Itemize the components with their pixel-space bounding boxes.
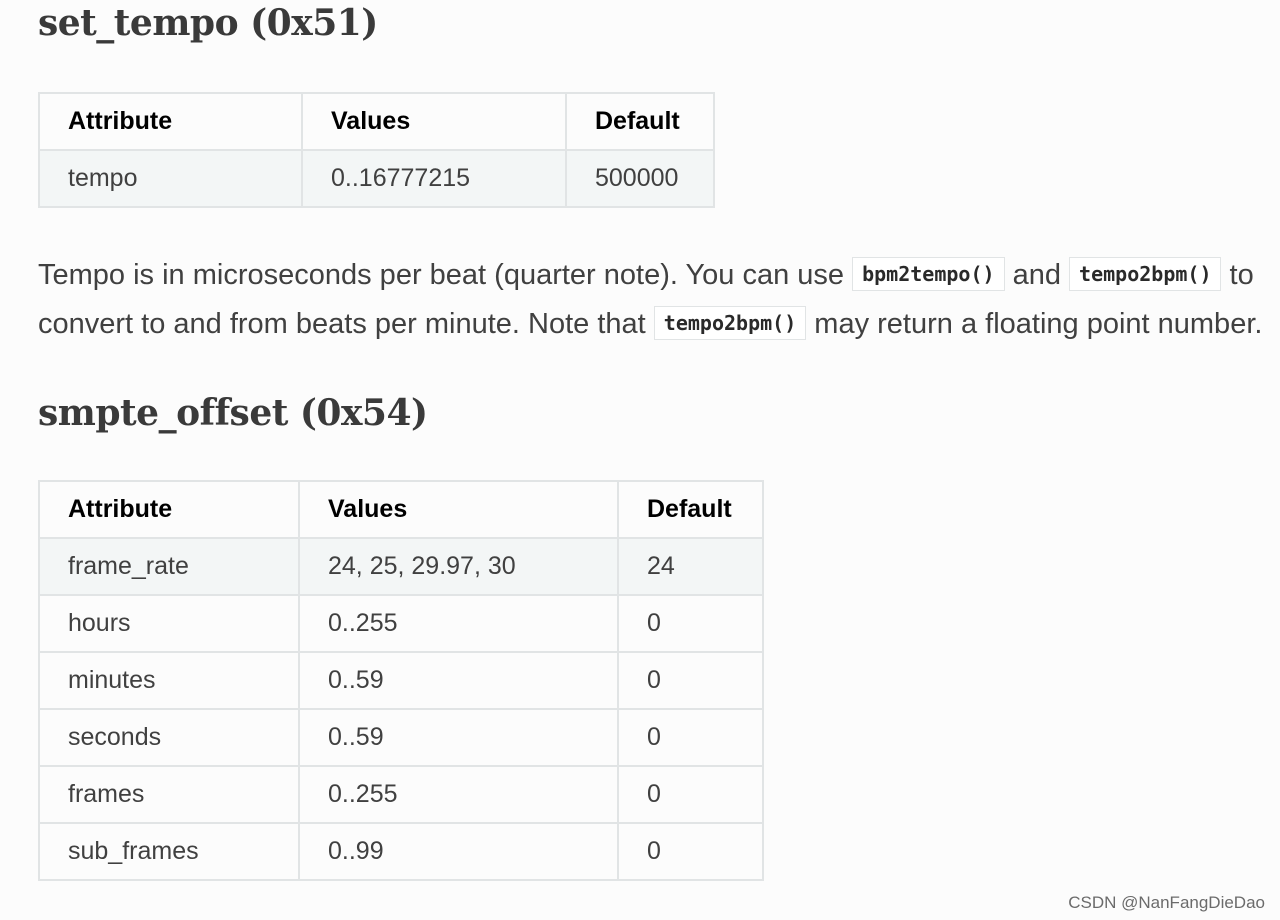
values-cell: 0..59 xyxy=(298,651,619,710)
attribute-cell: tempo xyxy=(38,149,303,208)
values-cell: 0..99 xyxy=(298,822,619,881)
column-header-attribute: Attribute xyxy=(38,92,303,151)
table-row: frames 0..255 0 xyxy=(38,765,764,824)
tempo-description-paragraph: Tempo is in microseconds per beat (quart… xyxy=(38,252,1278,350)
table-row: frame_rate 24, 25, 29.97, 30 24 xyxy=(38,537,764,596)
inline-code-bpm2tempo: bpm2tempo() xyxy=(852,257,1005,291)
column-header-default: Default xyxy=(617,480,764,539)
attribute-cell: sub_frames xyxy=(38,822,300,881)
default-cell: 24 xyxy=(617,537,764,596)
watermark-text: CSDN @NanFangDieDao xyxy=(1068,893,1265,912)
table-row: sub_frames 0..99 0 xyxy=(38,822,764,881)
values-cell: 0..59 xyxy=(298,708,619,767)
column-header-default: Default xyxy=(565,92,715,151)
column-header-values: Values xyxy=(298,480,619,539)
table-row: tempo 0..16777215 500000 xyxy=(38,149,715,208)
table-header-row: Attribute Values Default xyxy=(38,92,715,151)
set-tempo-attribute-table: Attribute Values Default tempo 0..167772… xyxy=(38,92,715,208)
default-cell: 0 xyxy=(617,651,764,710)
table-row: minutes 0..59 0 xyxy=(38,651,764,710)
values-cell: 0..16777215 xyxy=(301,149,567,208)
section-heading-smpte-offset: smpte_offset (0x54) xyxy=(38,392,428,434)
inline-code-tempo2bpm: tempo2bpm() xyxy=(1069,257,1222,291)
inline-code-tempo2bpm: tempo2bpm() xyxy=(653,306,807,340)
column-header-attribute: Attribute xyxy=(38,480,300,539)
table-header-row: Attribute Values Default xyxy=(38,480,764,539)
values-cell: 24, 25, 29.97, 30 xyxy=(298,537,619,596)
section-heading-set-tempo: set_tempo (0x51) xyxy=(38,2,378,44)
table-row: seconds 0..59 0 xyxy=(38,708,764,767)
attribute-cell: seconds xyxy=(38,708,300,767)
smpte-offset-attribute-table: Attribute Values Default frame_rate 24, … xyxy=(38,480,764,881)
attribute-cell: hours xyxy=(38,594,300,653)
attribute-cell: frames xyxy=(38,765,300,824)
values-cell: 0..255 xyxy=(298,765,619,824)
attribute-cell: frame_rate xyxy=(38,537,300,596)
paragraph-text: and xyxy=(1004,259,1070,291)
default-cell: 500000 xyxy=(565,149,715,208)
paragraph-text: may return a floating point number. xyxy=(806,308,1263,340)
paragraph-text: Tempo is in microseconds per beat (quart… xyxy=(38,259,853,291)
default-cell: 0 xyxy=(617,765,764,824)
table-row: hours 0..255 0 xyxy=(38,594,764,653)
default-cell: 0 xyxy=(617,822,764,881)
attribute-cell: minutes xyxy=(38,651,300,710)
column-header-values: Values xyxy=(301,92,567,151)
default-cell: 0 xyxy=(617,708,764,767)
default-cell: 0 xyxy=(617,594,764,653)
values-cell: 0..255 xyxy=(298,594,619,653)
